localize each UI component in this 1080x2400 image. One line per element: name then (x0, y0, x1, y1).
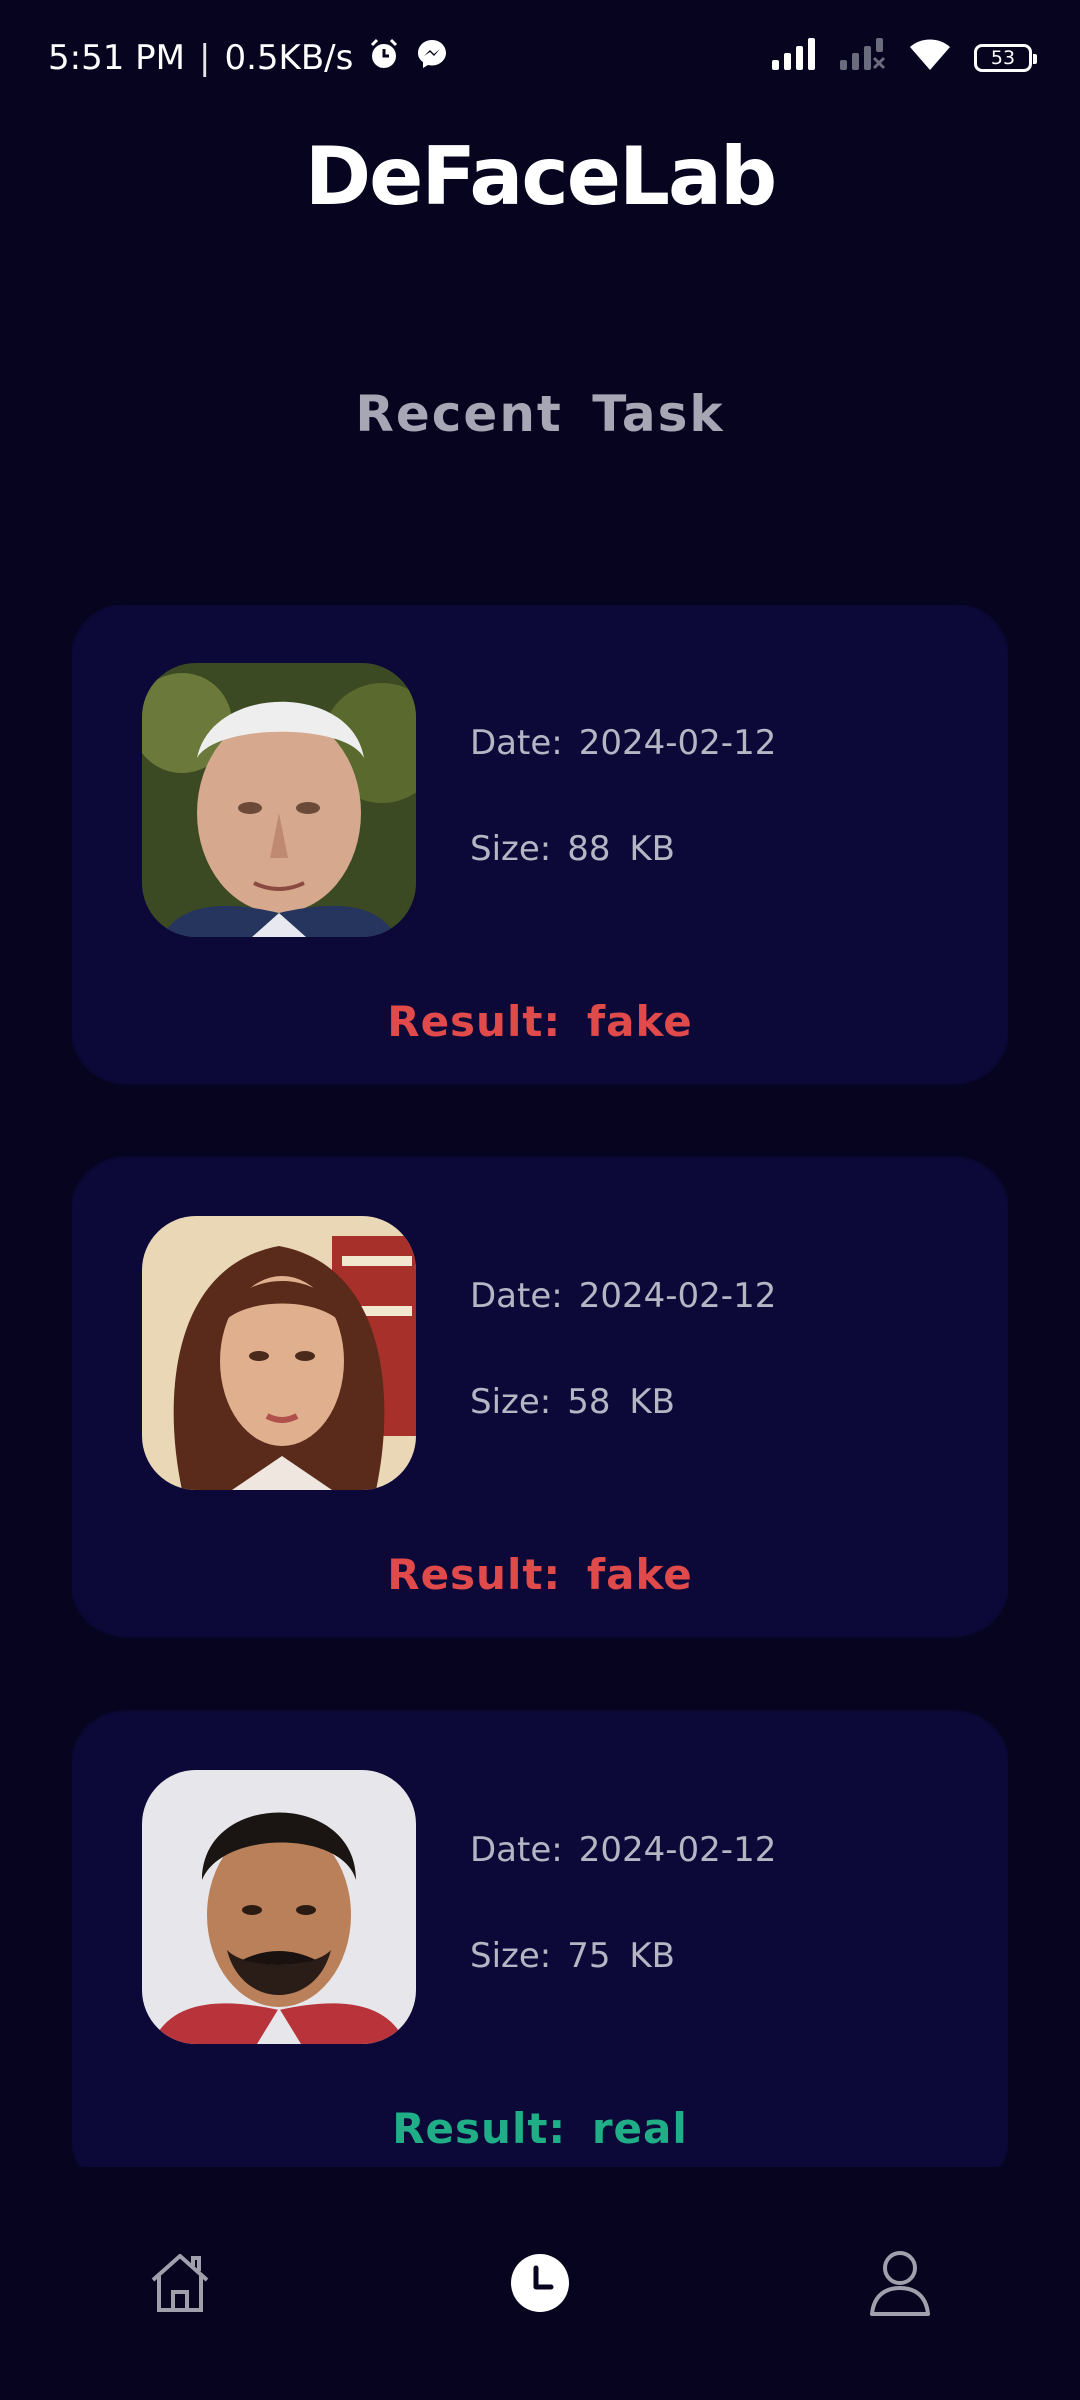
size-value: 58 KB (567, 1382, 675, 1422)
task-result: Result: fake (72, 1550, 1008, 1599)
task-card[interactable]: Date: 2024-02-12 Size: 75 KB Result: real (72, 1712, 1008, 2167)
task-card[interactable]: Date: 2024-02-12 Size: 58 KB Result: fake (72, 1158, 1008, 1636)
home-icon (145, 2248, 215, 2322)
profile-icon (867, 2248, 933, 2322)
battery-icon: 53 (974, 44, 1037, 72)
task-card[interactable]: Date: 2024-02-12 Size: 88 KB Result: fake (72, 605, 1008, 1083)
task-size: Size: 88 KB (470, 829, 675, 869)
task-date: Date: 2024-02-12 (470, 1276, 776, 1316)
alarm-icon (367, 37, 401, 80)
size-value: 88 KB (567, 829, 675, 869)
size-label: Size: (470, 1382, 552, 1422)
nav-history-button[interactable] (500, 2245, 580, 2325)
task-size: Size: 75 KB (470, 1936, 675, 1976)
result-value: fake (586, 1550, 693, 1599)
size-value: 75 KB (567, 1936, 675, 1976)
date-label: Date: (470, 1830, 563, 1870)
date-value: 2024-02-12 (578, 1276, 777, 1316)
status-bar: 5:51 PM | 0.5KB/s 53 (0, 0, 1080, 116)
wifi-icon (908, 37, 952, 80)
status-left: 5:51 PM | 0.5KB/s (48, 37, 449, 80)
signal-icon (772, 37, 818, 79)
app-title: DeFaceLab (304, 130, 778, 223)
task-result: Result: real (72, 2104, 1008, 2153)
status-right: 53 (772, 37, 1037, 80)
date-value: 2024-02-12 (578, 1830, 777, 1870)
result-value: real (591, 2104, 688, 2153)
status-time: 5:51 PM (48, 38, 185, 78)
size-label: Size: (470, 1936, 552, 1976)
date-label: Date: (470, 1276, 563, 1316)
task-date: Date: 2024-02-12 (470, 723, 776, 763)
task-size: Size: 58 KB (470, 1382, 675, 1422)
woman-portrait-photo (142, 1216, 416, 1490)
nav-home-button[interactable] (140, 2245, 220, 2325)
status-separator: | (199, 38, 211, 78)
date-value: 2024-02-12 (578, 723, 777, 763)
section-title: Recent Task (355, 385, 725, 443)
messenger-icon (415, 37, 449, 80)
status-net-speed: 0.5KB/s (224, 38, 354, 78)
bearded-man-photo (142, 1770, 416, 2044)
result-label: Result: (387, 1550, 562, 1599)
task-date: Date: 2024-02-12 (470, 1830, 776, 1870)
recent-task-list[interactable]: Date: 2024-02-12 Size: 88 KB Result: fake (72, 605, 1008, 2167)
history-icon (509, 2252, 571, 2318)
size-label: Size: (470, 829, 552, 869)
date-label: Date: (470, 723, 563, 763)
signal-off-icon (840, 37, 886, 79)
task-result: Result: fake (72, 997, 1008, 1046)
result-label: Result: (387, 997, 562, 1046)
elderly-man-photo (142, 663, 416, 937)
bottom-nav (0, 2170, 1080, 2400)
result-value: fake (586, 997, 693, 1046)
result-label: Result: (392, 2104, 567, 2153)
nav-profile-button[interactable] (860, 2245, 940, 2325)
